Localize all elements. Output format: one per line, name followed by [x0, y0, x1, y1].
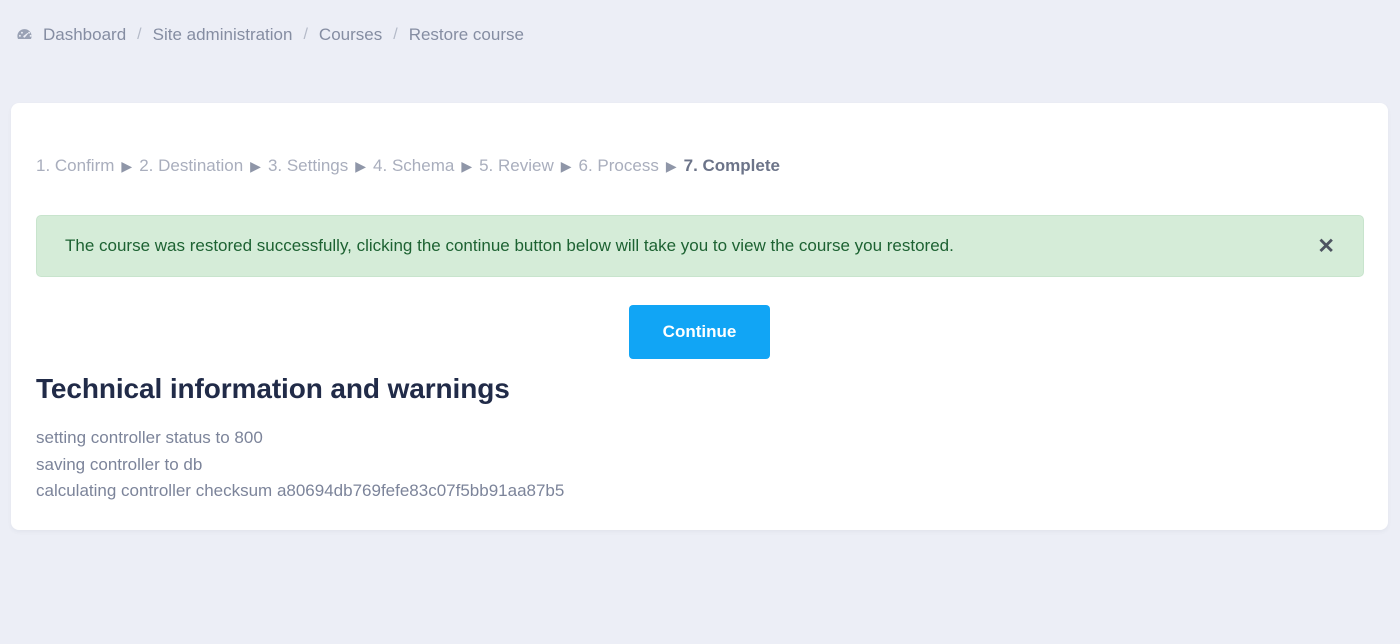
breadcrumb-item-courses[interactable]: Courses [319, 25, 382, 45]
tachometer-dashboard-icon [14, 25, 34, 45]
success-alert-message: The course was restored successfully, cl… [65, 235, 954, 255]
step-arrow-icon: ▶ [121, 158, 133, 174]
step-4-schema: 4. Schema [373, 156, 455, 175]
step-7-complete: 7. Complete [683, 156, 780, 175]
breadcrumb-item-restore-course: Restore course [408, 25, 524, 44]
step-arrow-icon: ▶ [355, 158, 367, 174]
technical-log-line: calculating controller checksum a80694db… [36, 481, 565, 500]
breadcrumb-bar: Dashboard / Site administration / Course… [0, 0, 1400, 70]
step-arrow-icon: ▶ [461, 158, 473, 174]
breadcrumb-separator: / [303, 26, 308, 43]
breadcrumb-separator: / [393, 26, 398, 43]
breadcrumb-separator: / [137, 26, 142, 43]
technical-log-line: setting controller status to 800 [36, 428, 263, 447]
step-1-confirm: 1. Confirm [36, 156, 115, 175]
step-arrow-icon: ▶ [665, 158, 677, 174]
breadcrumb-item-site-administration[interactable]: Site administration [153, 25, 293, 45]
step-arrow-icon: ▶ [250, 158, 261, 174]
technical-information-heading: Technical information and warnings [36, 373, 510, 404]
technical-log: setting controller status to 800 saving … [36, 425, 564, 505]
restore-course-card: 1. Confirm ▶ 2. Destination ▶ 3. Setting… [11, 103, 1388, 530]
breadcrumb: Dashboard / Site administration / Course… [14, 25, 524, 45]
success-alert: The course was restored successfully, cl… [36, 215, 1364, 277]
step-6-process: 6. Process [578, 156, 659, 175]
technical-log-line: saving controller to db [36, 454, 203, 474]
step-2-destination: 2. Destination [139, 156, 244, 175]
step-3-settings: 3. Settings [267, 156, 349, 175]
step-5-review: 5. Review [479, 156, 554, 175]
step-arrow-icon: ▶ [560, 158, 572, 174]
close-icon[interactable]: ✕ [1311, 232, 1341, 261]
restore-step-navigation: 1. Confirm ▶ 2. Destination ▶ 3. Setting… [36, 156, 780, 176]
continue-button[interactable]: Continue [629, 305, 770, 359]
continue-button-container: Continue [11, 305, 1388, 359]
breadcrumb-item-dashboard[interactable]: Dashboard [43, 25, 126, 45]
